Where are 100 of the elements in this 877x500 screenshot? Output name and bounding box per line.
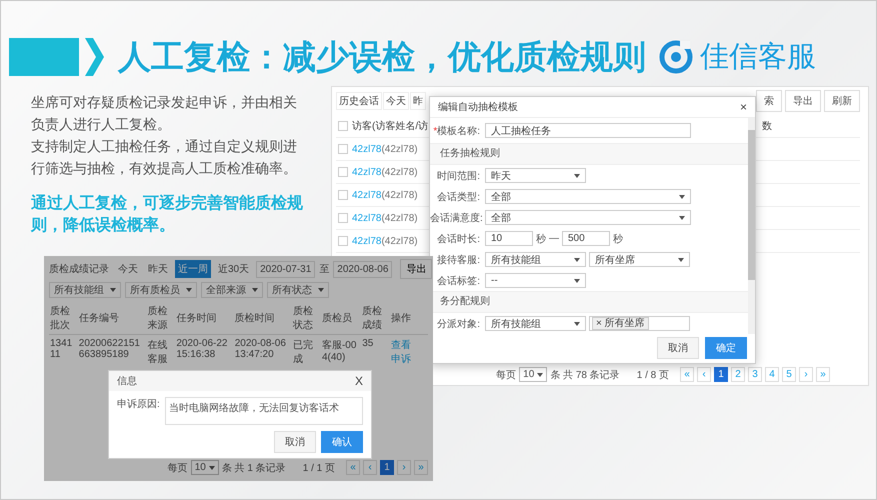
dash-separator: — [549,233,559,244]
table-cell: 2020-06-22 15:16:38 [175,334,234,369]
caret-icon [208,466,215,470]
brand-name: 佳信客服 [700,40,816,75]
visitor-name: 42zl78(42zl78) [352,190,418,200]
page-button[interactable]: 1 [380,460,394,475]
dialog-button[interactable]: 确认 [321,431,363,453]
field-label: 会话标签: [436,274,480,288]
export-button[interactable]: 导出 [400,259,432,279]
pager-label: 每页 [496,368,516,382]
filter-select[interactable]: 全部来源 [201,282,263,298]
page-button[interactable]: 1 [714,367,728,382]
page-count: 1 / 8 页 [636,368,669,382]
table-cell: 客服-004(40) [320,334,362,369]
dialog-button[interactable]: 取消 [274,431,316,453]
page-button[interactable]: 2 [731,367,745,382]
field-label: 申诉原因: [117,398,160,412]
window-title: 质检成绩记录 [49,262,109,276]
scrollbar[interactable] [748,118,755,334]
visitor-link[interactable]: 42zl78 [352,190,382,200]
toolbar-button[interactable]: 导出 [785,90,821,112]
column-header: 访客(访客姓名/访 [352,120,428,133]
appeal-reason-field[interactable]: 当时电脑网络故障，无法回复访客话术 [164,397,363,425]
select-field[interactable]: 所有技能组 [485,252,586,267]
previous-page-button[interactable]: ‹ [697,367,711,382]
visitor-link[interactable]: 42zl78 [352,212,382,224]
checkbox[interactable] [338,144,348,154]
tab[interactable]: 昨 [410,92,426,110]
date-field[interactable]: 2020-07-31 [256,260,316,278]
section-header: 务分配规则 [430,291,748,313]
checkbox[interactable] [338,121,348,131]
toolbar-button[interactable]: 索 [756,90,782,112]
first-page-button[interactable]: « [680,367,694,382]
filter-select[interactable]: 所有状态 [267,282,329,298]
filter-select[interactable]: 所有技能组 [49,282,121,298]
section-header: 任务抽检规则 [430,143,748,165]
caret-icon [574,322,580,326]
description-paragraph: 坐席可对存疑质检记录发起申诉，并由相关负责人进行人工复检。 [31,93,298,134]
column-header: 质检状态 [292,302,321,334]
visitor-name: 42zl78(42zl78) [352,166,418,178]
tag-field[interactable]: × 所有坐席 [589,316,690,331]
dialog-button[interactable]: 取消 [657,337,699,359]
close-button[interactable]: × [740,100,747,114]
field-label: 接待客服: [436,254,480,266]
date-tab[interactable]: 近30天 [215,260,252,278]
visitor-name: 42zl78(42zl78) [352,212,418,224]
page-count: 1 / 1 页 [302,462,335,474]
checkbox[interactable] [338,167,348,177]
page-button[interactable]: 3 [748,367,762,382]
checkbox[interactable] [338,213,348,223]
page-button[interactable]: 4 [765,367,779,382]
tab[interactable]: 今天 [383,92,409,110]
date-separator: 至 [319,263,330,276]
caret-icon [574,258,580,262]
page-button[interactable]: 5 [782,367,796,382]
field-label: 分派对象: [436,318,480,330]
template-name-field[interactable]: 人工抽检任务 [485,123,691,138]
caret-icon [679,194,685,198]
select-field[interactable]: -- [485,273,586,288]
input-field[interactable]: 500 [562,231,610,246]
checkbox[interactable] [338,236,348,246]
tag[interactable]: × 所有坐席 [592,317,649,330]
select-field[interactable]: 全部 [485,210,691,225]
field-label: 会话时长: [436,232,480,246]
select-field[interactable]: 昨天 [485,168,586,183]
date-field[interactable]: 2020-08-06 [333,260,392,278]
date-tab[interactable]: 近一周 [175,260,211,278]
dialog-button[interactable]: 确定 [705,337,747,359]
column-header: 质检员 [320,302,362,334]
page-size-select[interactable]: 10 [519,367,548,382]
column-header: 质检时间 [234,302,292,334]
page-size-select[interactable]: 10 [190,460,219,475]
tab[interactable]: 历史会话 [336,92,382,110]
table-cell: 20200622151663895189 [78,334,147,369]
visitor-name: 42zl78(42zl78) [352,144,418,154]
visitor-link[interactable]: 42zl78 [352,166,382,178]
checkbox[interactable] [338,190,348,200]
visitor-link[interactable]: 42zl78 [352,236,382,246]
caret-icon [574,174,580,178]
column-header: 任务时间 [175,302,234,334]
input-field[interactable]: 10 [485,231,533,246]
table-cell: 35 [361,334,390,369]
close-button[interactable]: X [354,374,363,388]
pager-label: 每页 [168,462,188,474]
record-count: 条 共 78 条记录 [550,368,620,382]
visitor-link[interactable]: 42zl78 [352,144,382,154]
last-page-button[interactable]: » [816,367,830,382]
slide-title: 人工复检：减少误检，优化质检规则 [118,36,646,76]
select-field[interactable]: 所有技能组 [485,316,586,331]
toolbar-button[interactable]: 刷新 [824,90,860,112]
select-field[interactable]: 全部 [485,189,691,204]
next-page-button[interactable]: › [799,367,813,382]
table-cell: 在线客服 [146,334,176,369]
date-tab[interactable]: 昨天 [145,260,171,278]
column-header: 任务编号 [78,302,147,334]
date-tab[interactable]: 今天 [115,260,141,278]
caret-icon [186,288,192,292]
select-field[interactable]: 所有坐席 [589,252,690,267]
filter-select[interactable]: 所有质检员 [125,282,197,298]
field-label: *模板名称: [432,124,480,138]
